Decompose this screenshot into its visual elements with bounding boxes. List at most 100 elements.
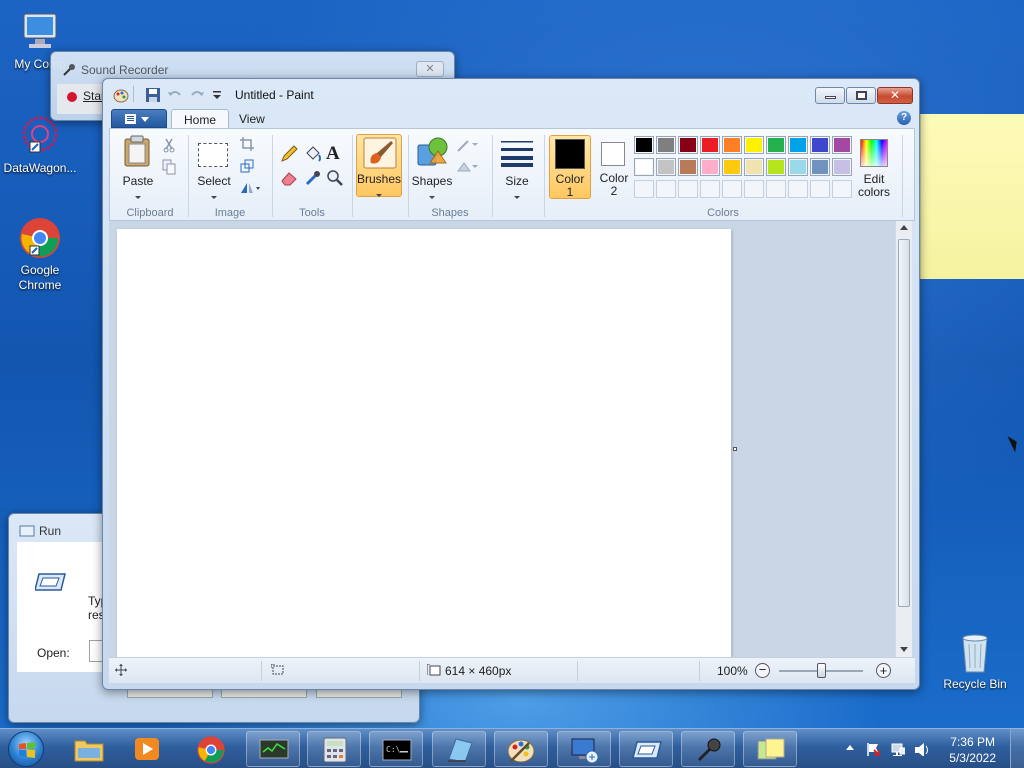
undo-icon[interactable] (167, 87, 183, 103)
custom-color-slot[interactable] (656, 180, 676, 198)
network-icon[interactable] (891, 742, 905, 756)
scroll-up-icon[interactable] (900, 225, 908, 230)
taskbar-sticky-notes[interactable] (743, 731, 797, 767)
color-swatch[interactable] (700, 158, 720, 176)
color-swatch[interactable] (810, 158, 830, 176)
save-icon[interactable] (145, 87, 161, 103)
custom-color-slot[interactable] (744, 180, 764, 198)
color-swatch[interactable] (744, 136, 764, 154)
show-desktop-button[interactable] (1010, 729, 1024, 768)
color-swatch[interactable] (656, 136, 676, 154)
color-swatch[interactable] (722, 158, 742, 176)
taskbar-sound-recorder[interactable] (681, 731, 735, 767)
color1-button[interactable]: Color 1 (549, 135, 591, 199)
title-bar[interactable]: Untitled - Paint ✕ (103, 79, 919, 109)
color-picker-icon[interactable] (304, 169, 322, 187)
desktop-icon-chrome[interactable]: Google Chrome (0, 216, 80, 293)
edit-colors-button[interactable]: Edit colors (852, 137, 896, 201)
vertical-scrollbar[interactable] (895, 221, 912, 657)
copy-icon[interactable] (162, 159, 176, 175)
desktop-icon-recycle-bin[interactable]: Recycle Bin (935, 630, 1015, 692)
minimize-button[interactable] (815, 87, 845, 104)
color-swatch[interactable] (634, 136, 654, 154)
custom-color-slot[interactable] (700, 180, 720, 198)
zoom-slider-thumb[interactable] (817, 663, 826, 678)
action-center-icon[interactable] (866, 742, 880, 756)
zoom-out-icon[interactable]: − (755, 663, 770, 678)
custom-color-slot[interactable] (832, 180, 852, 198)
taskbar-command-prompt[interactable]: C:\ (369, 731, 423, 767)
color-swatch[interactable] (678, 136, 698, 154)
drawing-canvas[interactable] (117, 229, 731, 657)
eraser-icon[interactable] (280, 169, 298, 187)
tab-view[interactable]: View (227, 109, 277, 129)
paint-window[interactable]: Untitled - Paint ✕ Home View ? Paste Cli… (102, 78, 920, 690)
show-hidden-icons[interactable] (846, 745, 854, 750)
custom-color-slot[interactable] (766, 180, 786, 198)
outline-icon[interactable] (456, 137, 482, 153)
zoom-in-icon[interactable]: + (876, 663, 891, 678)
scroll-thumb[interactable] (898, 239, 910, 607)
color-swatch[interactable] (766, 136, 786, 154)
color-swatch[interactable] (722, 136, 742, 154)
paint-menu-button[interactable] (111, 109, 167, 128)
color-swatch[interactable] (832, 158, 852, 176)
taskbar-media-player[interactable] (120, 731, 174, 767)
select-icon[interactable] (198, 143, 228, 167)
custom-color-slot[interactable] (678, 180, 698, 198)
taskbar-chrome[interactable] (184, 731, 238, 767)
color-swatch[interactable] (700, 136, 720, 154)
color-swatch[interactable] (766, 158, 786, 176)
taskbar-remote-desktop[interactable] (557, 731, 611, 767)
desktop-icon-datawagon[interactable]: DataWagon... (0, 114, 80, 176)
custom-color-slot[interactable] (722, 180, 742, 198)
color-swatch[interactable] (678, 158, 698, 176)
color-swatch[interactable] (656, 158, 676, 176)
taskbar-notepad[interactable] (432, 731, 486, 767)
maximize-button[interactable] (846, 87, 876, 104)
taskbar-calculator[interactable] (307, 731, 361, 767)
close-button[interactable]: ✕ (877, 87, 913, 104)
resize-handle[interactable] (733, 447, 737, 451)
tab-home[interactable]: Home (171, 109, 230, 129)
color-swatch[interactable] (788, 158, 808, 176)
cut-icon[interactable] (162, 137, 176, 153)
select-button[interactable]: Select (194, 174, 234, 202)
text-icon[interactable]: A (326, 143, 340, 165)
crop-icon[interactable] (240, 137, 254, 151)
shape-fill-icon[interactable] (456, 159, 482, 175)
shapes-icon[interactable] (416, 135, 448, 167)
color-swatch[interactable] (788, 136, 808, 154)
customize-toolbar-icon[interactable] (211, 87, 227, 103)
sticky-note[interactable] (920, 114, 1024, 279)
pencil-icon[interactable] (280, 145, 298, 163)
start-button[interactable] (8, 731, 44, 767)
custom-color-slot[interactable] (788, 180, 808, 198)
size-button[interactable]: Size (496, 174, 538, 202)
magnifier-icon[interactable] (326, 169, 344, 187)
redo-icon[interactable] (189, 87, 205, 103)
color-swatch[interactable] (810, 136, 830, 154)
shapes-button[interactable]: Shapes (410, 174, 454, 202)
fill-icon[interactable] (304, 145, 322, 163)
size-icon[interactable] (500, 139, 534, 167)
taskbar-paint[interactable] (494, 731, 548, 767)
taskbar-explorer[interactable] (62, 731, 116, 767)
color-swatch[interactable] (832, 136, 852, 154)
scroll-down-icon[interactable] (900, 647, 908, 652)
custom-color-slot[interactable] (810, 180, 830, 198)
brushes-button[interactable]: Brushes (356, 134, 402, 197)
taskbar-task-manager[interactable] (246, 731, 300, 767)
paste-button[interactable]: Paste (118, 174, 158, 202)
color-swatch[interactable] (744, 158, 764, 176)
taskbar-run[interactable] (619, 731, 673, 767)
color2-button[interactable]: Color 2 (595, 135, 633, 199)
close-button[interactable]: ✕ (416, 61, 444, 77)
color-swatch[interactable] (634, 158, 654, 176)
paste-icon[interactable] (122, 135, 152, 167)
volume-icon[interactable] (914, 742, 928, 756)
resize-icon[interactable] (240, 159, 254, 173)
clock[interactable]: 7:36 PM 5/3/2022 (949, 734, 996, 766)
rotate-icon[interactable] (240, 181, 260, 195)
custom-color-slot[interactable] (634, 180, 654, 198)
